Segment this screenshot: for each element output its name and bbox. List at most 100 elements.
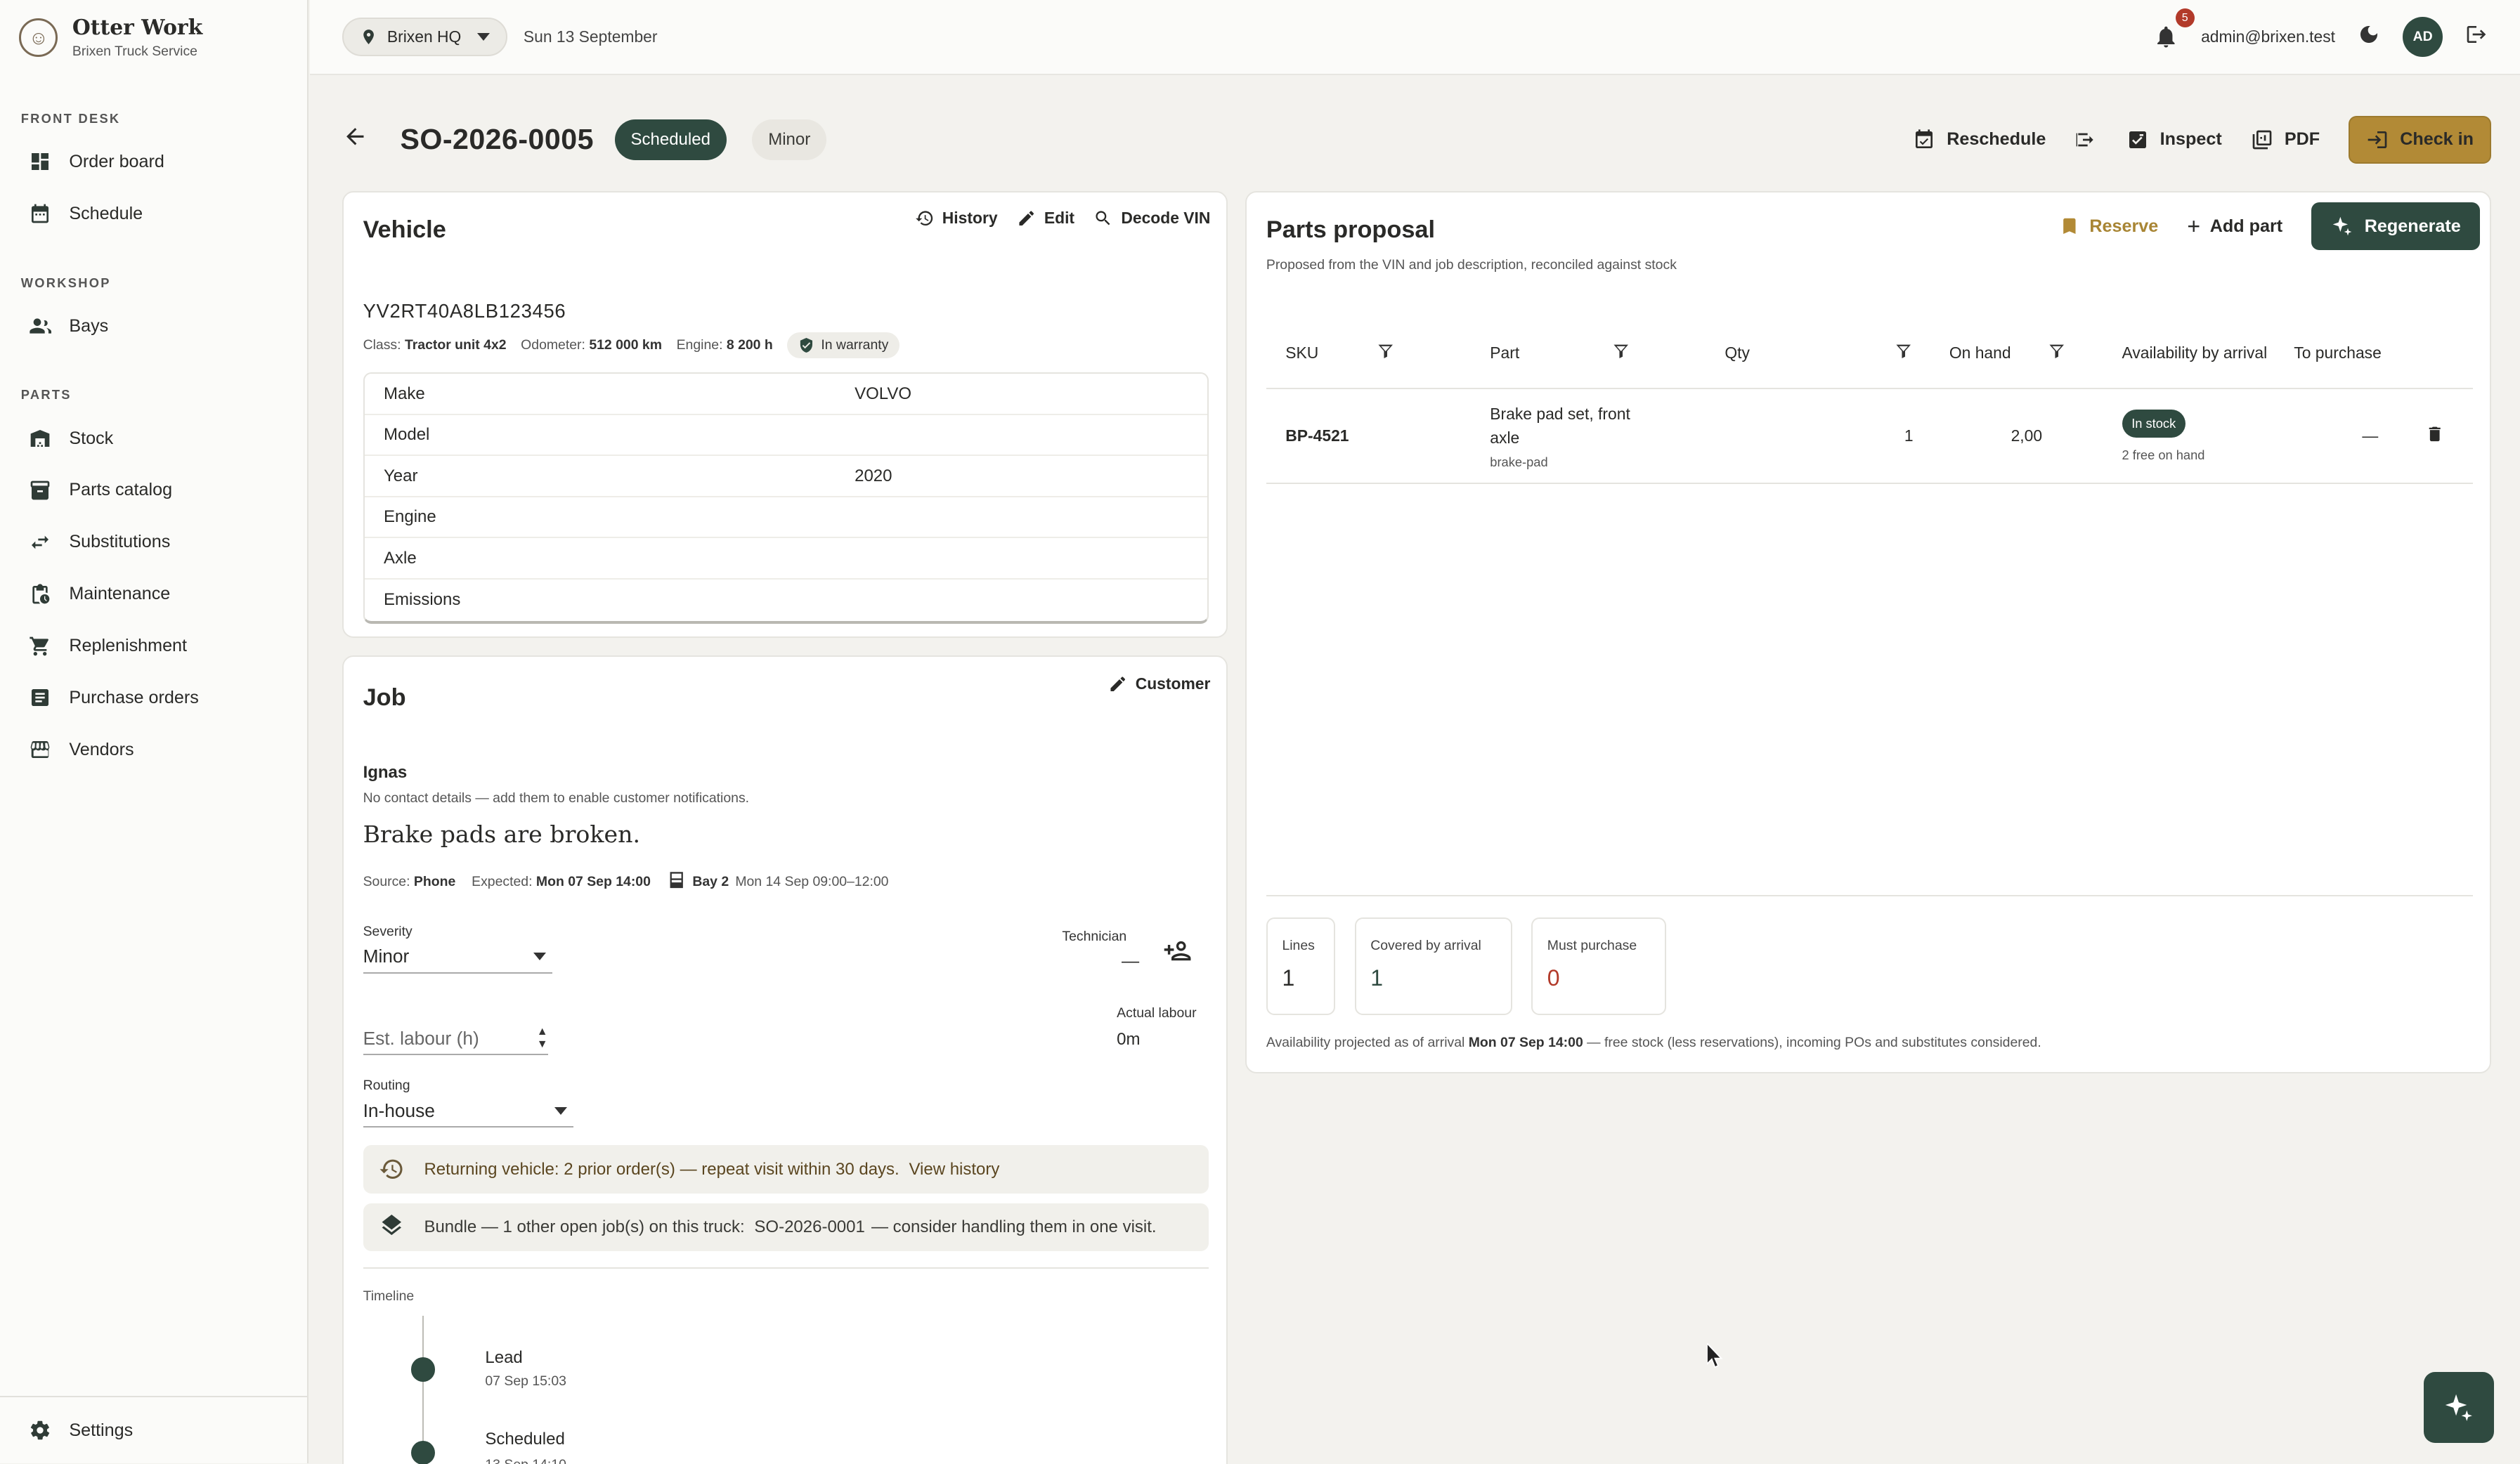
pdf-icon — [2252, 130, 2272, 150]
spec-row: Make VOLVO — [364, 374, 1207, 415]
sidebar-item-label: Schedule — [69, 203, 143, 223]
sidebar-item-substitutions[interactable]: Substitutions — [0, 516, 307, 568]
edit-vehicle-button[interactable]: Edit — [1017, 209, 1074, 228]
mouse-cursor-icon — [1706, 1342, 1723, 1368]
swap-icon — [29, 531, 51, 554]
note-prefix: Availability projected as of arrival — [1266, 1034, 1465, 1050]
severity-select[interactable]: Minor — [363, 941, 553, 974]
bundle-order-link[interactable]: SO-2026-0001 — [754, 1217, 864, 1237]
filter-on-hand[interactable] — [2011, 318, 2103, 390]
engine-label: Engine: — [676, 336, 723, 353]
col-actions — [2381, 318, 2474, 390]
topbar: Brixen HQ Sun 13 September 5 admin@brixe… — [310, 0, 2520, 76]
reschedule-label: Reschedule — [1947, 129, 2046, 150]
inspect-button[interactable]: Inspect — [2126, 129, 2222, 151]
ai-assistant-button[interactable] — [2423, 1372, 2495, 1443]
assign-technician-button[interactable] — [1163, 936, 1192, 972]
decode-vin-button[interactable]: Decode VIN — [1093, 209, 1210, 228]
expected-value: Mon 07 Sep 14:00 — [535, 874, 651, 890]
note-suffix: — free stock (less reservations), incomi… — [1587, 1034, 2041, 1050]
nav-section-workshop: WORKSHOP — [20, 275, 111, 290]
contact-note: No contact details — add them to enable … — [363, 790, 750, 806]
bay-time: Mon 14 Sep 09:00–12:00 — [735, 874, 889, 890]
sidebar-item-replenishment[interactable]: Replenishment — [0, 620, 307, 672]
parts-subtitle: Proposed from the VIN and job descriptio… — [1266, 256, 1677, 273]
job-actions: Customer — [1108, 674, 1210, 693]
trash-icon — [2429, 426, 2441, 441]
parts-proposal-card: Parts proposal Proposed from the VIN and… — [1245, 191, 2491, 1073]
routing-select[interactable]: In-house — [363, 1095, 574, 1128]
page-title: SO-2026-0005 — [400, 123, 594, 156]
check-in-button[interactable]: Check in — [2349, 115, 2491, 164]
spec-key: Year — [384, 466, 418, 485]
expected-label: Expected: — [472, 874, 533, 890]
stat-label: Covered by arrival — [1370, 938, 1481, 953]
history-button[interactable]: History — [915, 209, 998, 228]
filter-part[interactable] — [1611, 318, 1725, 390]
sidebar-item-schedule[interactable]: Schedule — [0, 188, 307, 240]
filter-sku[interactable] — [1376, 318, 1490, 390]
stepper-icon[interactable]: ▲ ▼ — [537, 1026, 548, 1052]
check-in-label: Check in — [2400, 129, 2474, 150]
delete-part-button[interactable] — [2381, 388, 2474, 485]
notifications-button[interactable]: 5 — [2153, 8, 2195, 50]
back-button[interactable] — [342, 124, 368, 156]
transfer-button[interactable] — [2074, 129, 2097, 151]
sidebar-item-parts-catalog[interactable]: Parts catalog — [0, 464, 307, 516]
returning-vehicle-notice: Returning vehicle: 2 prior order(s) — re… — [363, 1145, 1209, 1194]
location-selector[interactable]: Brixen HQ — [342, 18, 508, 57]
sidebar: ☺ Otter Work Brixen Truck Service FRONT … — [0, 0, 309, 1464]
otter-logo-icon: ☺ — [19, 18, 58, 58]
sidebar-item-bays[interactable]: Bays — [0, 300, 307, 352]
edit-customer-button[interactable]: Customer — [1108, 674, 1210, 693]
history-icon — [916, 211, 933, 226]
sidebar-item-maintenance[interactable]: Maintenance — [0, 568, 307, 620]
routing-label: Routing — [363, 1078, 410, 1094]
sidebar-item-order-board[interactable]: Order board — [0, 136, 307, 188]
calendar-check-icon — [1916, 129, 1933, 148]
filter-qty[interactable] — [1812, 318, 1923, 390]
sidebar-item-purchase-orders[interactable]: Purchase orders — [0, 672, 307, 724]
spec-value: VOLVO — [855, 384, 912, 403]
sidebar-item-vendors[interactable]: Vendors — [0, 724, 307, 776]
add-part-label: Add part — [2209, 216, 2283, 236]
free-on-hand: 2 free on hand — [2122, 447, 2205, 462]
class-label: Class: — [363, 336, 401, 353]
bookmark-icon — [2063, 218, 2076, 235]
logout-icon — [2467, 25, 2486, 43]
warranty-badge: In warranty — [787, 332, 900, 358]
bay-icon — [667, 870, 686, 894]
stat-covered: Covered by arrival 1 — [1354, 917, 1512, 1016]
actual-labour-value: 0m — [1117, 1029, 1141, 1049]
dark-mode-toggle[interactable] — [2358, 22, 2380, 52]
user-email: admin@brixen.test — [2201, 27, 2336, 46]
pdf-button[interactable]: PDF — [2251, 129, 2320, 151]
spec-value: 2020 — [855, 466, 892, 485]
filter-icon — [1378, 344, 1394, 358]
table-row[interactable]: BP-4521 Brake pad set, front axle brake-… — [1266, 388, 2474, 485]
stat-label: Lines — [1282, 938, 1315, 953]
regenerate-button[interactable]: Regenerate — [2311, 202, 2481, 251]
spec-key: Model — [384, 425, 430, 445]
avatar[interactable]: AD — [2403, 17, 2443, 58]
divider — [1266, 894, 2474, 896]
sidebar-item-label: Replenishment — [69, 636, 188, 656]
view-history-link[interactable]: View history — [909, 1160, 999, 1179]
logout-button[interactable] — [2465, 22, 2488, 52]
sidebar-item-settings[interactable]: Settings — [0, 1396, 307, 1463]
reserve-button[interactable]: Reserve — [2059, 216, 2158, 237]
chevron-down-icon — [533, 953, 547, 960]
add-part-button[interactable]: + Add part — [2187, 214, 2282, 240]
brand[interactable]: ☺ Otter Work Brixen Truck Service — [0, 0, 307, 75]
calendar-icon — [29, 202, 51, 225]
reschedule-button[interactable]: Reschedule — [1913, 129, 2046, 151]
bay-meta: Bay 2 Mon 14 Sep 09:00–12:00 — [667, 870, 889, 894]
divider — [363, 1267, 1209, 1269]
sidebar-item-stock[interactable]: Stock — [0, 412, 307, 464]
est-labour-input[interactable]: Est. labour (h) ▲ ▼ — [363, 1024, 548, 1056]
vehicle-meta: Class: Tractor unit 4x2 Odometer: 512 00… — [363, 332, 900, 358]
vehicle-title: Vehicle — [363, 216, 446, 244]
nav-section-parts: PARTS — [20, 387, 72, 403]
search-icon — [1096, 211, 1110, 226]
availability-note: Availability projected as of arrival Mon… — [1266, 1035, 2041, 1051]
